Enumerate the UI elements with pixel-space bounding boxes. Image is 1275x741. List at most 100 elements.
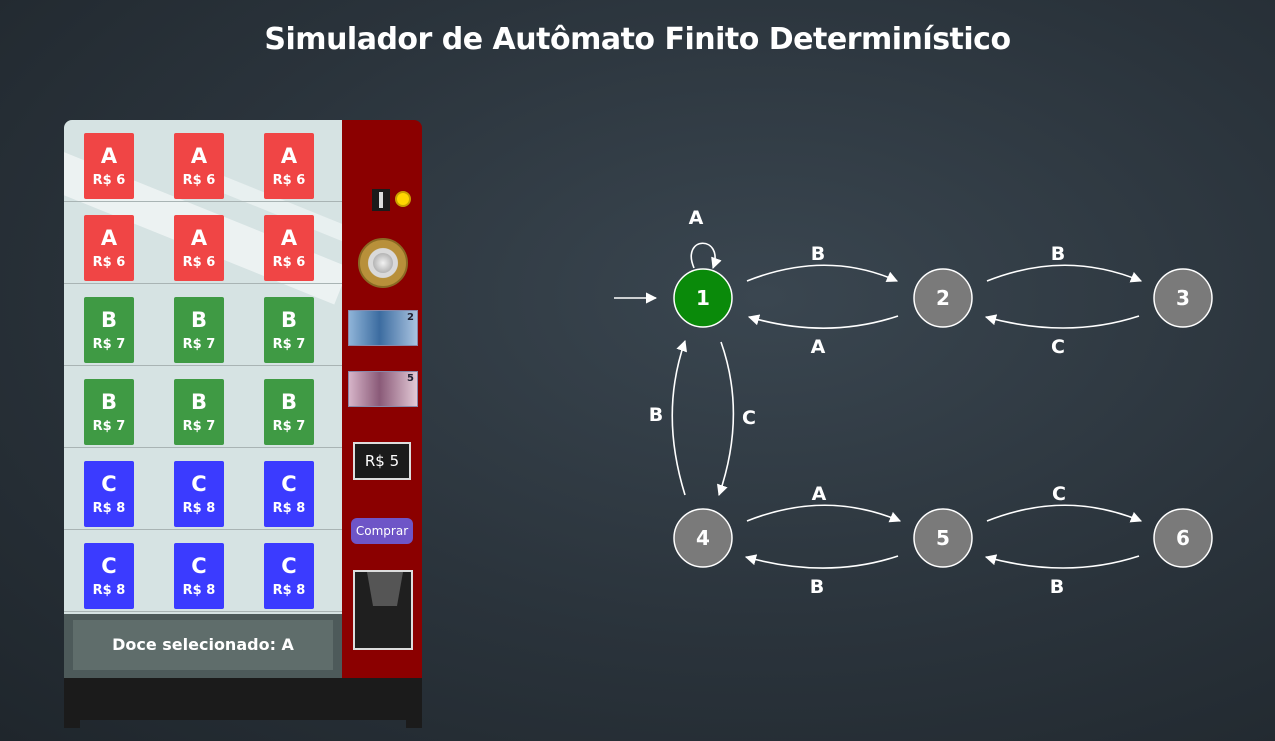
product-b-button[interactable]: B R$ 7 <box>174 297 224 363</box>
state-label: 6 <box>1176 526 1190 550</box>
product-price: R$ 7 <box>272 419 306 434</box>
product-b-button[interactable]: B R$ 7 <box>84 297 134 363</box>
transition-6-to-5 <box>984 554 1140 569</box>
bill-2-reais-button[interactable]: 2 <box>348 310 418 346</box>
product-letter: A <box>280 144 298 168</box>
shelf-row: C R$ 8 C R$ 8 C R$ 8 <box>64 530 342 612</box>
product-c-button[interactable]: C R$ 8 <box>264 461 314 527</box>
coin-slot <box>372 189 390 211</box>
product-a-button[interactable]: A R$ 6 <box>84 133 134 199</box>
transition-1-to-4 <box>716 341 735 497</box>
transition-label: A <box>812 483 827 505</box>
page-title: Simulador de Autômato Finito Determiníst… <box>264 22 1011 57</box>
bill-2-value: 2 <box>407 312 414 323</box>
shelf-row: A R$ 6 A R$ 6 A R$ 6 <box>64 120 342 202</box>
product-c-button[interactable]: C R$ 8 <box>174 543 224 609</box>
product-a-button[interactable]: A R$ 6 <box>174 215 224 281</box>
product-price: R$ 8 <box>182 501 216 516</box>
product-letter: C <box>101 472 117 496</box>
product-letter: B <box>190 390 207 414</box>
product-b-button[interactable]: B R$ 7 <box>264 297 314 363</box>
automaton-diagram: A B A B C C B A B C B 1 2 3 4 5 6 <box>614 207 1213 598</box>
transition-label: B <box>1050 576 1064 598</box>
dispense-tray[interactable] <box>353 570 413 650</box>
product-letter: C <box>281 472 297 496</box>
product-price: R$ 8 <box>92 583 126 598</box>
product-price: R$ 6 <box>92 255 126 270</box>
product-price: R$ 7 <box>92 337 126 352</box>
product-b-button[interactable]: B R$ 7 <box>174 379 224 445</box>
transition-label: C <box>1051 336 1065 358</box>
product-b-button[interactable]: B R$ 7 <box>264 379 314 445</box>
product-letter: B <box>280 390 297 414</box>
product-letter: B <box>280 308 297 332</box>
transition-label: B <box>649 404 663 426</box>
transition-2-to-3 <box>986 264 1143 283</box>
product-price: R$ 6 <box>272 255 306 270</box>
product-b-button[interactable]: B R$ 7 <box>84 379 134 445</box>
transition-4-to-5 <box>746 504 902 523</box>
product-price: R$ 7 <box>272 337 306 352</box>
shelf-row: C R$ 8 C R$ 8 C R$ 8 <box>64 448 342 530</box>
transition-1-to-1 <box>690 242 722 270</box>
transition-label: C <box>742 407 756 429</box>
shelf-row: B R$ 7 B R$ 7 B R$ 7 <box>64 366 342 448</box>
product-letter: C <box>101 554 117 578</box>
coin-1-real-button[interactable] <box>358 238 408 288</box>
transition-label: A <box>811 336 826 358</box>
product-letter: C <box>191 554 207 578</box>
product-price: R$ 8 <box>92 501 126 516</box>
tray-flap <box>367 572 403 606</box>
transition-5-to-4 <box>744 554 899 569</box>
product-letter: A <box>280 226 298 250</box>
product-price: R$ 8 <box>182 583 216 598</box>
state-label: 5 <box>936 526 950 550</box>
product-a-button[interactable]: A R$ 6 <box>264 133 314 199</box>
machine-base <box>64 678 422 720</box>
transition-2-to-1 <box>747 314 899 329</box>
shelf-row: A R$ 6 A R$ 6 A R$ 6 <box>64 202 342 284</box>
bill-5-reais-button[interactable]: 5 <box>348 371 418 407</box>
product-c-button[interactable]: C R$ 8 <box>84 461 134 527</box>
product-price: R$ 7 <box>92 419 126 434</box>
product-letter: A <box>100 226 118 250</box>
transition-label: A <box>689 207 704 229</box>
state-label: 2 <box>936 286 950 310</box>
product-a-button[interactable]: A R$ 6 <box>84 215 134 281</box>
control-panel: 2 5 R$ 5 Comprar <box>342 120 422 678</box>
product-letter: C <box>191 472 207 496</box>
transition-4-to-1 <box>671 339 687 496</box>
product-price: R$ 8 <box>272 583 306 598</box>
bill-5-value: 5 <box>407 373 414 384</box>
selected-product-display: Doce selecionado: A <box>73 620 333 670</box>
product-letter: B <box>190 308 207 332</box>
product-price: R$ 8 <box>272 501 306 516</box>
state-label: 4 <box>696 526 710 550</box>
transition-label: B <box>1051 243 1065 265</box>
product-price: R$ 6 <box>92 173 126 188</box>
transition-5-to-6 <box>986 504 1143 523</box>
vending-machine: A R$ 6 A R$ 6 A R$ 6 A R$ 6 A R$ 6 A R$ 6 B R$ 7 B R$ 7… <box>64 120 422 728</box>
product-a-button[interactable]: A R$ 6 <box>174 133 224 199</box>
product-price: R$ 6 <box>272 173 306 188</box>
transition-label: B <box>811 243 825 265</box>
product-c-button[interactable]: C R$ 8 <box>264 543 314 609</box>
product-c-button[interactable]: C R$ 8 <box>174 461 224 527</box>
product-cabinet: A R$ 6 A R$ 6 A R$ 6 A R$ 6 A R$ 6 A R$ 6 B R$ 7 B R$ 7… <box>64 120 342 678</box>
product-letter: B <box>100 390 117 414</box>
product-letter: A <box>190 226 208 250</box>
product-a-button[interactable]: A R$ 6 <box>264 215 314 281</box>
transition-label: C <box>1052 483 1066 505</box>
product-price: R$ 6 <box>182 173 216 188</box>
product-price: R$ 7 <box>182 419 216 434</box>
buy-button[interactable]: Comprar <box>351 518 413 544</box>
status-light <box>395 191 411 207</box>
product-c-button[interactable]: C R$ 8 <box>84 543 134 609</box>
product-shelves: A R$ 6 A R$ 6 A R$ 6 A R$ 6 A R$ 6 A R$ 6 B R$ 7 B R$ 7… <box>64 120 342 612</box>
state-label: 1 <box>696 286 710 310</box>
product-letter: C <box>281 554 297 578</box>
balance-display: R$ 5 <box>353 442 411 480</box>
product-letter: A <box>190 144 208 168</box>
transition-label: B <box>810 576 824 598</box>
product-price: R$ 6 <box>182 255 216 270</box>
